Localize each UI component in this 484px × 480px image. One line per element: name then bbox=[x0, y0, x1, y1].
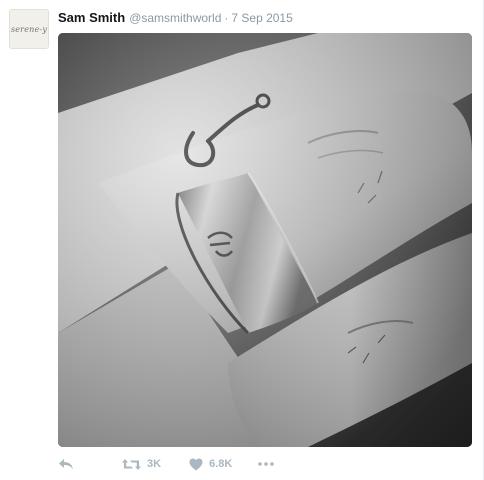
reply-icon bbox=[58, 457, 74, 471]
avatar-logo: serene-y bbox=[10, 24, 48, 34]
display-name[interactable]: Sam Smith bbox=[58, 10, 125, 25]
photo-ring-hand bbox=[58, 33, 472, 447]
retweet-button[interactable]: 3K bbox=[122, 458, 161, 471]
reply-button[interactable] bbox=[58, 457, 74, 471]
retweet-icon bbox=[122, 458, 141, 471]
tweet-actions: 3K 6.8K bbox=[58, 456, 275, 472]
more-icon bbox=[258, 462, 275, 466]
heart-icon bbox=[189, 458, 203, 471]
separator-dot: · bbox=[224, 11, 229, 25]
more-button[interactable] bbox=[258, 462, 275, 466]
tweet-card: serene-y Sam Smith @samsmithworld · 7 Se… bbox=[0, 0, 484, 480]
retweet-count: 3K bbox=[147, 458, 162, 470]
tweet-photo[interactable] bbox=[58, 33, 472, 447]
like-count: 6.8K bbox=[209, 458, 233, 470]
avatar[interactable]: serene-y bbox=[9, 9, 49, 49]
tweet-date[interactable]: 7 Sep 2015 bbox=[231, 11, 292, 25]
user-handle[interactable]: @samsmithworld bbox=[129, 11, 221, 25]
like-button[interactable]: 6.8K bbox=[189, 458, 232, 471]
tweet-header: Sam Smith @samsmithworld · 7 Sep 2015 bbox=[58, 10, 293, 28]
